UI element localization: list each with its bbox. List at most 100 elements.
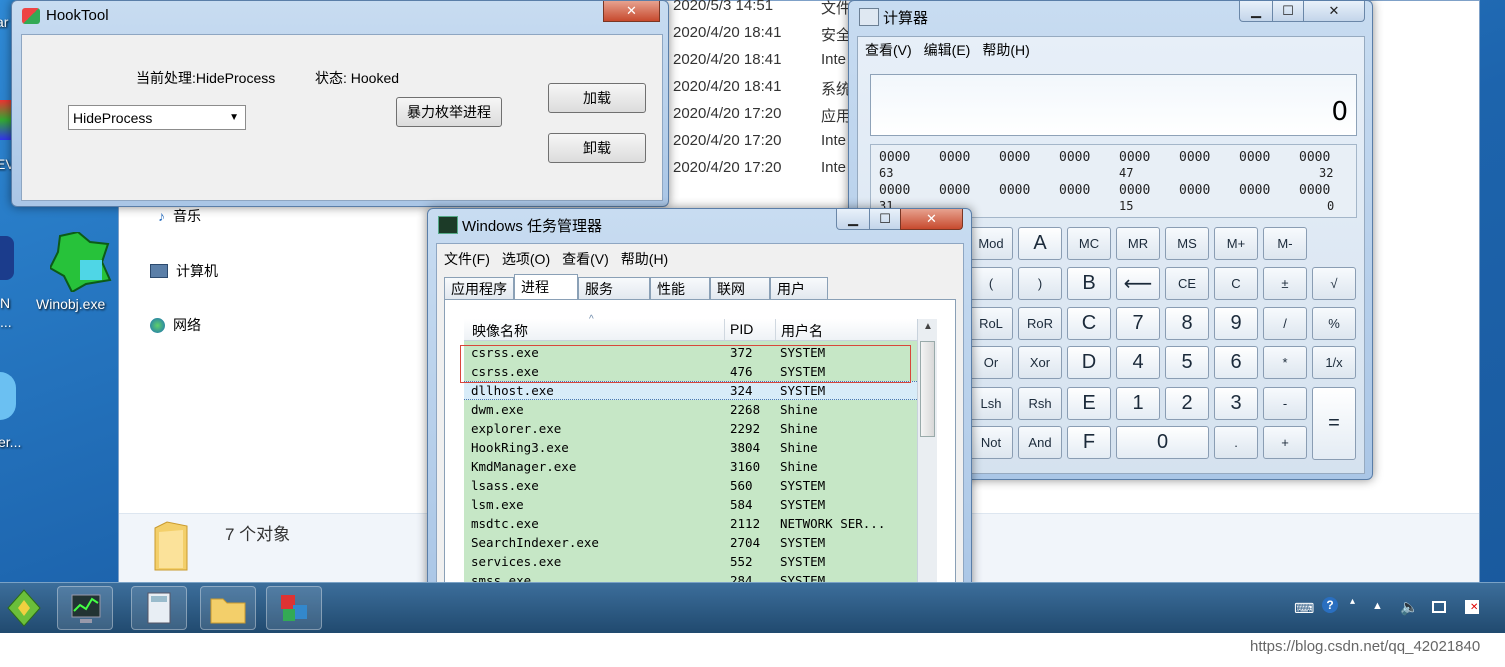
- close-button[interactable]: ✕: [900, 209, 963, 230]
- key-8[interactable]: 8: [1165, 307, 1209, 340]
- chevron-up-icon[interactable]: ▴: [1350, 596, 1355, 607]
- key-lsh[interactable]: Lsh: [969, 387, 1013, 420]
- table-row[interactable]: services.exe 552 SYSTEM: [464, 552, 917, 571]
- key-and[interactable]: And: [1018, 426, 1062, 459]
- table-row[interactable]: lsass.exe 560 SYSTEM: [464, 476, 917, 495]
- key-subtract[interactable]: -: [1263, 387, 1307, 420]
- key-m-plus[interactable]: M+: [1214, 227, 1258, 260]
- tab-users[interactable]: 用户: [770, 277, 828, 299]
- key-ms[interactable]: MS: [1165, 227, 1209, 260]
- table-row[interactable]: HookRing3.exe 3804 Shine: [464, 438, 917, 457]
- key-not[interactable]: Not: [969, 426, 1013, 459]
- key-ror[interactable]: RoR: [1018, 307, 1062, 340]
- minimize-button[interactable]: ▁: [1239, 1, 1273, 22]
- tab-services[interactable]: 服务: [578, 277, 650, 299]
- menu-help[interactable]: 帮助(H): [615, 249, 674, 269]
- nav-item-network[interactable]: 网络: [150, 315, 201, 335]
- column-image-name[interactable]: 映像名称: [472, 321, 528, 341]
- menu-help[interactable]: 帮助(H): [976, 40, 1035, 60]
- table-row[interactable]: explorer.exe 2292 Shine: [464, 419, 917, 438]
- scrollbar-thumb[interactable]: [920, 341, 935, 437]
- key-divide[interactable]: /: [1263, 307, 1307, 340]
- key-equals[interactable]: =: [1312, 387, 1356, 460]
- key-hex-c[interactable]: C: [1067, 307, 1111, 340]
- winobj-label[interactable]: Winobj.exe: [36, 296, 105, 312]
- column-username[interactable]: 用户名: [781, 321, 823, 341]
- nav-item-music[interactable]: ♪ 音乐: [158, 206, 201, 226]
- close-button[interactable]: ✕: [1303, 1, 1365, 22]
- table-row[interactable]: lsm.exe 584 SYSTEM: [464, 495, 917, 514]
- key-add[interactable]: +: [1263, 426, 1307, 459]
- taskbar-calculator[interactable]: [131, 586, 187, 630]
- speaker-icon[interactable]: 🔈: [1400, 598, 1419, 616]
- table-row[interactable]: msdtc.exe 2112 NETWORK SER...: [464, 514, 917, 533]
- tab-applications[interactable]: 应用程序: [444, 277, 514, 299]
- key-backspace[interactable]: ⟵: [1116, 267, 1160, 300]
- menu-file[interactable]: 文件(F): [438, 249, 496, 269]
- table-row[interactable]: KmdManager.exe 3160 Shine: [464, 457, 917, 476]
- key-hex-a[interactable]: A: [1018, 227, 1062, 260]
- key-6[interactable]: 6: [1214, 346, 1258, 379]
- key-hex-f[interactable]: F: [1067, 426, 1111, 459]
- key-percent[interactable]: %: [1312, 307, 1356, 340]
- key-4[interactable]: 4: [1116, 346, 1160, 379]
- key-1[interactable]: 1: [1116, 387, 1160, 420]
- minimize-button[interactable]: ▁: [836, 209, 870, 230]
- action-center-icon[interactable]: ✕: [1465, 600, 1479, 614]
- column-pid[interactable]: PID: [730, 321, 753, 337]
- maximize-button[interactable]: ☐: [869, 209, 901, 230]
- taskbar-app[interactable]: [266, 586, 322, 630]
- menu-view[interactable]: 查看(V): [556, 249, 615, 269]
- menu-edit[interactable]: 编辑(E): [918, 40, 977, 60]
- key-hex-e[interactable]: E: [1067, 387, 1111, 420]
- network-icon[interactable]: [1432, 601, 1446, 613]
- key-m-minus[interactable]: M-: [1263, 227, 1307, 260]
- key-multiply[interactable]: *: [1263, 346, 1307, 379]
- key-xor[interactable]: Xor: [1018, 346, 1062, 379]
- process-combo[interactable]: HideProcess ▼: [68, 105, 246, 130]
- key-3[interactable]: 3: [1214, 387, 1258, 420]
- nav-item-computer[interactable]: 计算机: [150, 261, 218, 281]
- taskbar-task-manager[interactable]: [57, 586, 113, 630]
- winobj-icon[interactable]: [48, 230, 112, 294]
- key-rol[interactable]: RoL: [969, 307, 1013, 340]
- key-or[interactable]: Or: [969, 346, 1013, 379]
- key-mr[interactable]: MR: [1116, 227, 1160, 260]
- key-9[interactable]: 9: [1214, 307, 1258, 340]
- key-dot[interactable]: .: [1214, 426, 1258, 459]
- scroll-up-icon[interactable]: ▲: [923, 321, 933, 332]
- column-divider[interactable]: [724, 319, 725, 340]
- tab-processes[interactable]: 进程: [514, 274, 578, 299]
- table-row[interactable]: SearchIndexer.exe 2704 SYSTEM: [464, 533, 917, 552]
- tab-networking[interactable]: 联网: [710, 277, 770, 299]
- menu-view[interactable]: 查看(V): [859, 40, 918, 60]
- key-sqrt[interactable]: √: [1312, 267, 1356, 300]
- key-0[interactable]: 0: [1116, 426, 1209, 459]
- brute-enumerate-button[interactable]: 暴力枚举进程: [396, 97, 502, 127]
- key-rparen[interactable]: ): [1018, 267, 1062, 300]
- start-orb[interactable]: [0, 586, 50, 630]
- process-list-scrollbar[interactable]: ▲: [917, 319, 937, 585]
- key-7[interactable]: 7: [1116, 307, 1160, 340]
- table-row-selected[interactable]: dllhost.exe 324 SYSTEM: [464, 381, 917, 400]
- key-c[interactable]: C: [1214, 267, 1258, 300]
- key-ce[interactable]: CE: [1165, 267, 1209, 300]
- key-5[interactable]: 5: [1165, 346, 1209, 379]
- table-row[interactable]: dwm.exe 2268 Shine: [464, 400, 917, 419]
- key-plus-minus[interactable]: ±: [1263, 267, 1307, 300]
- load-button[interactable]: 加载: [548, 83, 646, 113]
- key-2[interactable]: 2: [1165, 387, 1209, 420]
- key-lparen[interactable]: (: [969, 267, 1013, 300]
- help-icon[interactable]: ?: [1322, 597, 1338, 613]
- key-mod[interactable]: Mod: [969, 227, 1013, 260]
- key-reciprocal[interactable]: 1/x: [1312, 346, 1356, 379]
- desktop-app-icon[interactable]: [0, 236, 14, 280]
- taskbar-explorer[interactable]: [200, 586, 256, 630]
- keyboard-icon[interactable]: ⌨: [1294, 600, 1314, 617]
- column-divider[interactable]: [775, 319, 776, 340]
- close-button[interactable]: ✕: [603, 1, 660, 22]
- show-hidden-icons[interactable]: ▲: [1372, 600, 1383, 612]
- tab-performance[interactable]: 性能: [650, 277, 710, 299]
- key-mc[interactable]: MC: [1067, 227, 1111, 260]
- key-hex-b[interactable]: B: [1067, 267, 1111, 300]
